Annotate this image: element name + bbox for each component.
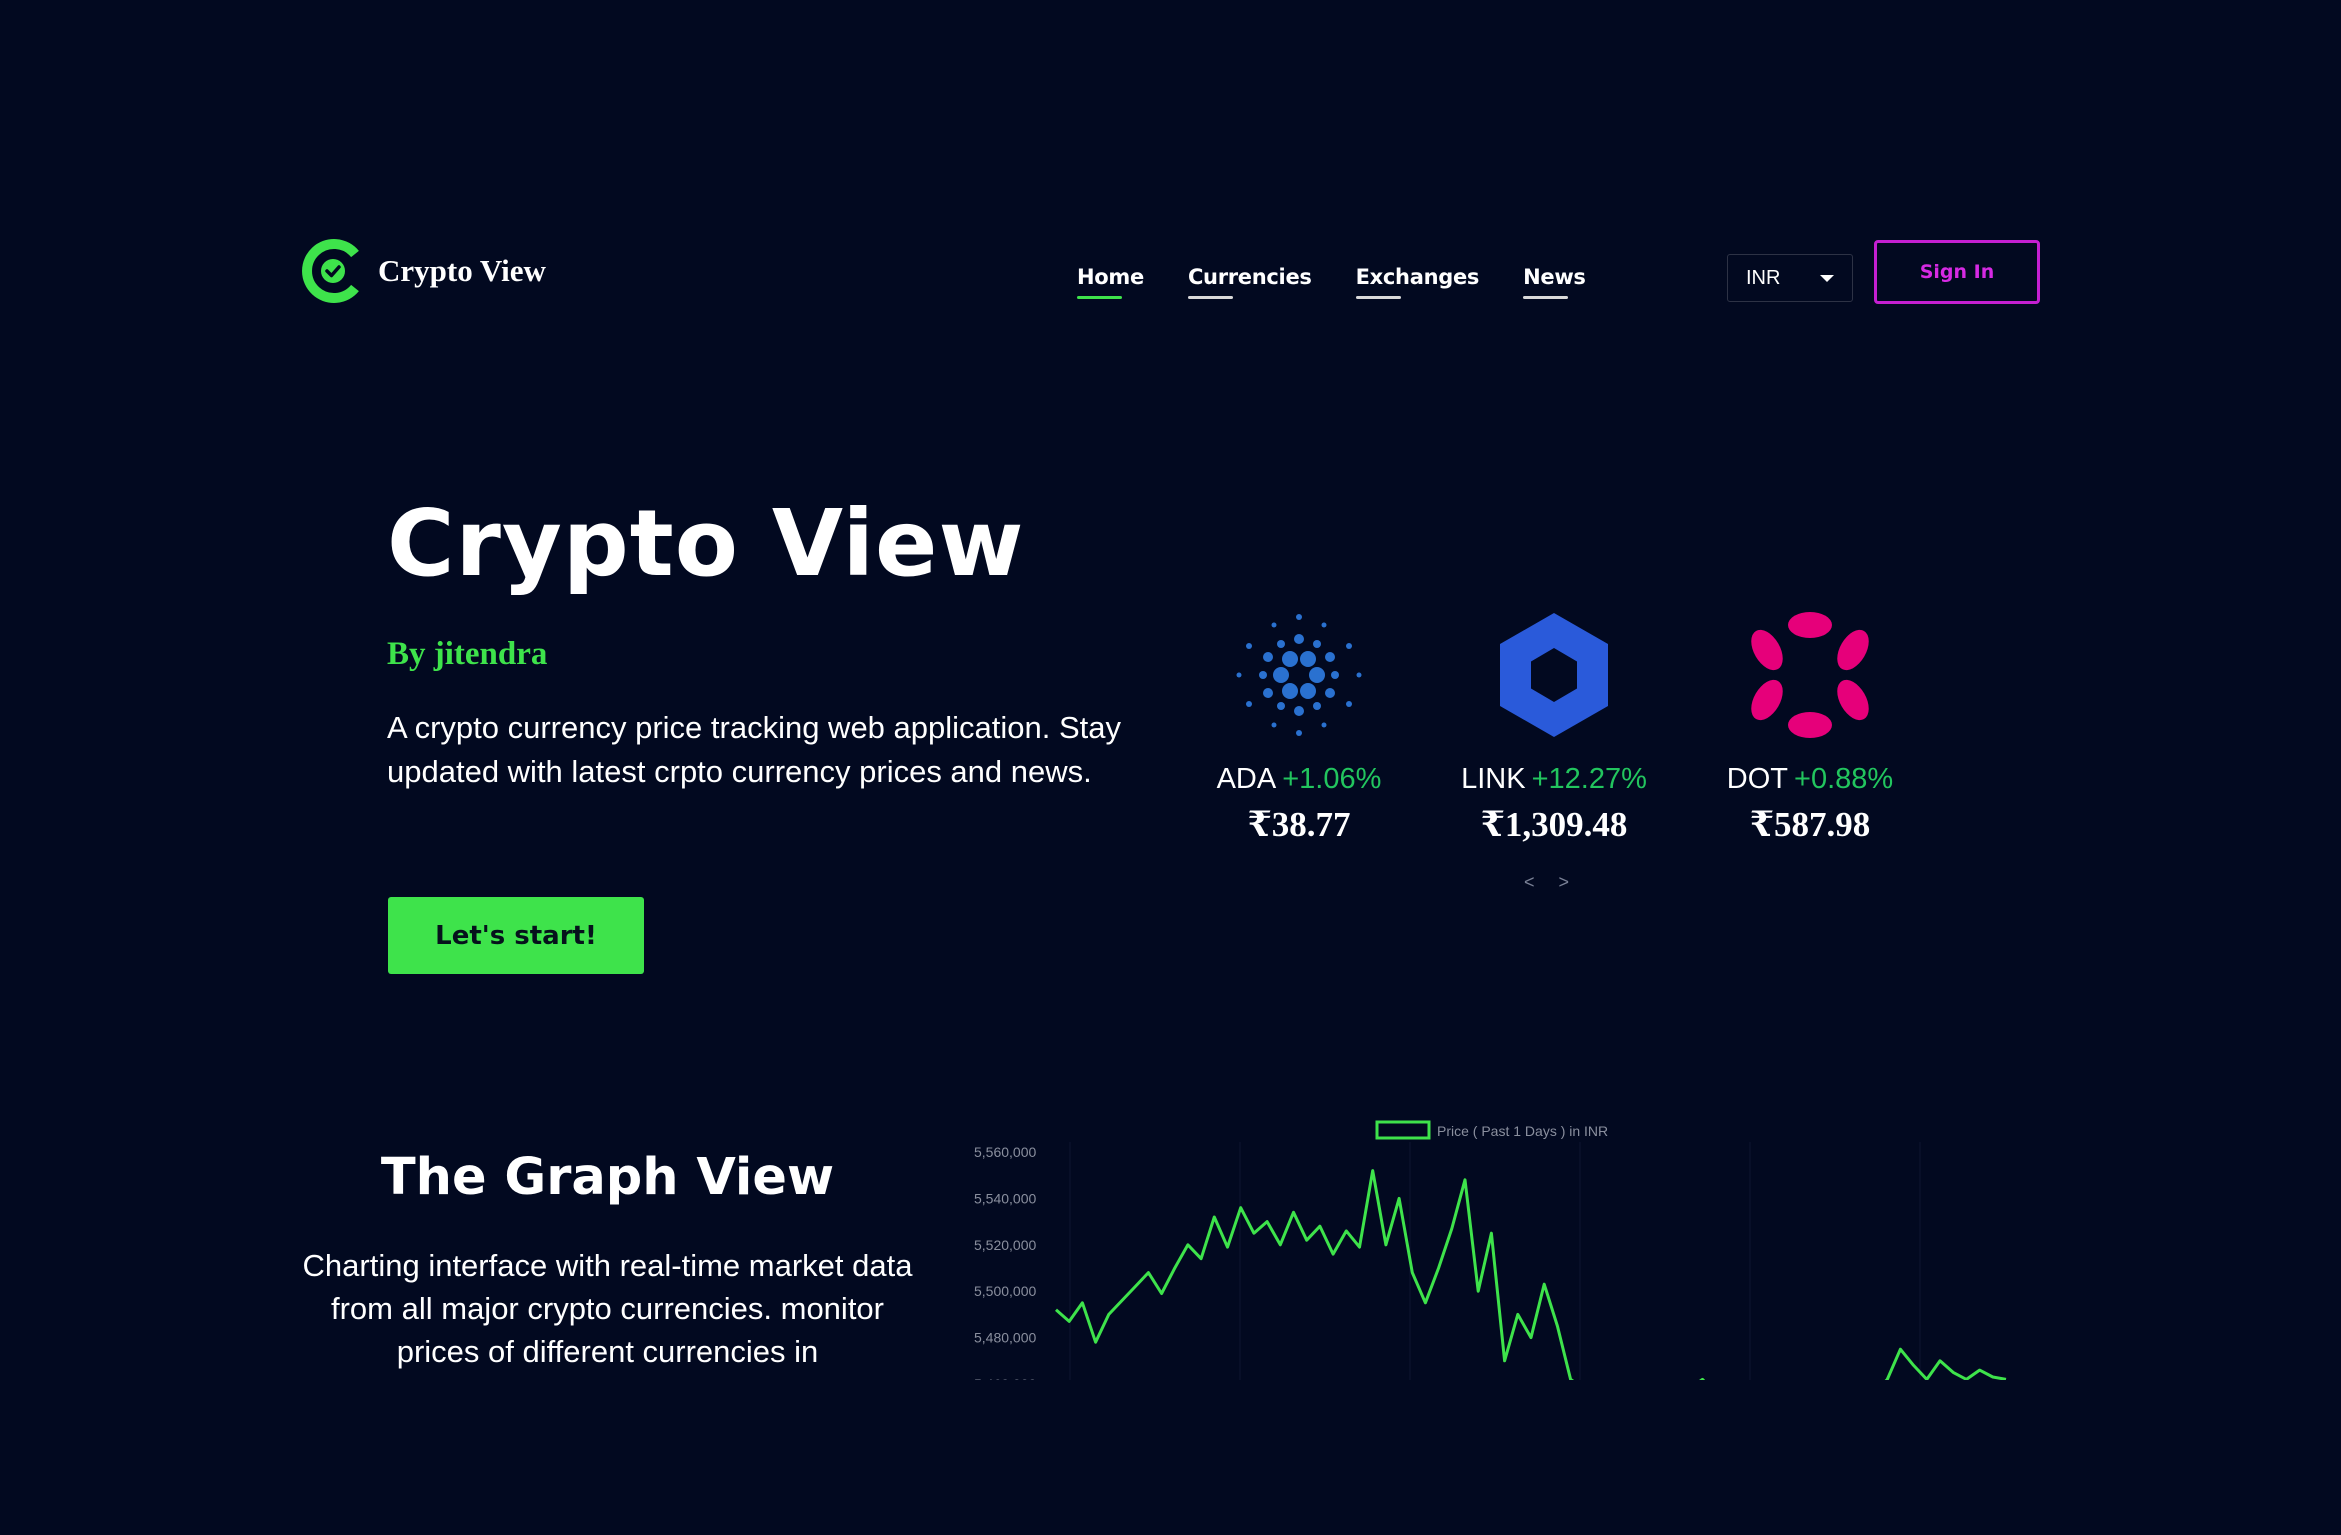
cardano-icon	[1236, 614, 1362, 736]
y-tick-label: 5,540,000	[974, 1190, 1036, 1206]
coin-price: ₹38.77	[1247, 805, 1351, 844]
carousel-prev-button[interactable]: <	[1524, 872, 1535, 893]
y-tick-label: 5,560,000	[974, 1144, 1036, 1160]
price-series-line	[1055, 1169, 2007, 1380]
coin-price: ₹587.98	[1749, 805, 1871, 844]
main-nav: Home Currencies Exchanges News	[1077, 265, 1630, 299]
y-tick-label: 5,500,000	[974, 1283, 1036, 1299]
chainlink-icon	[1500, 613, 1608, 737]
y-tick-label: 5,460,000	[974, 1376, 1036, 1380]
carousel-controls: < >	[1524, 872, 1569, 893]
hero-title: Crypto View	[387, 490, 1025, 597]
hero-description: A crypto currency price tracking web app…	[387, 710, 1122, 789]
coin-change: +12.27%	[1531, 763, 1647, 795]
logo-icon	[302, 239, 359, 303]
coin-card-dot[interactable]: DOT +0.88% ₹587.98	[1690, 605, 1930, 845]
page: Crypto View Home Currencies Exchanges Ne…	[0, 0, 2341, 1535]
price-chart: 5,560,000 5,540,000 5,520,000 5,500,000 5,48…	[940, 1110, 2040, 1380]
logo[interactable]: Crypto View	[300, 238, 546, 304]
carousel-next-button[interactable]: >	[1559, 872, 1570, 893]
nav-exchanges[interactable]: Exchanges	[1355, 265, 1479, 299]
coin-price: ₹1,309.48	[1480, 805, 1628, 844]
polkadot-icon	[1751, 612, 1869, 738]
nav-news[interactable]: News	[1523, 265, 1586, 299]
currency-select-value: INR	[1746, 266, 1781, 289]
legend-swatch	[1375, 1120, 1431, 1140]
legend-label: Price ( Past 1 Days ) in INR	[1437, 1123, 1608, 1139]
sign-in-button[interactable]: Sign In	[1874, 240, 2040, 304]
y-tick-label: 5,520,000	[974, 1237, 1036, 1253]
coin-card-ada[interactable]: ADA +1.06% ₹38.77	[1179, 605, 1419, 845]
coin-symbol: ADA	[1216, 763, 1277, 795]
coin-symbol: DOT	[1726, 763, 1789, 795]
coin-change: +1.06%	[1282, 763, 1382, 795]
currency-select[interactable]: INR	[1727, 254, 1853, 302]
graph-section-title: The Graph View	[380, 1148, 835, 1207]
price-chart-svg: 5,560,000 5,540,000 5,520,000 5,500,000 5,48…	[974, 1120, 2007, 1380]
coin-card-link[interactable]: LINK +12.27% ₹1,309.48	[1434, 605, 1674, 845]
coin-change: +0.88%	[1794, 763, 1894, 795]
y-tick-label: 5,480,000	[974, 1330, 1036, 1346]
nav-currencies[interactable]: Currencies	[1187, 265, 1312, 299]
coin-symbol: LINK	[1461, 763, 1526, 795]
caret-down-icon	[1820, 274, 1834, 282]
nav-home[interactable]: Home	[1077, 265, 1144, 299]
graph-section-description: Charting interface with real-time market…	[302, 1248, 913, 1369]
lets-start-button[interactable]: Let's start!	[388, 897, 644, 974]
hero-byline: By jitendra	[387, 636, 548, 672]
logo-text: Crypto View	[378, 253, 546, 288]
